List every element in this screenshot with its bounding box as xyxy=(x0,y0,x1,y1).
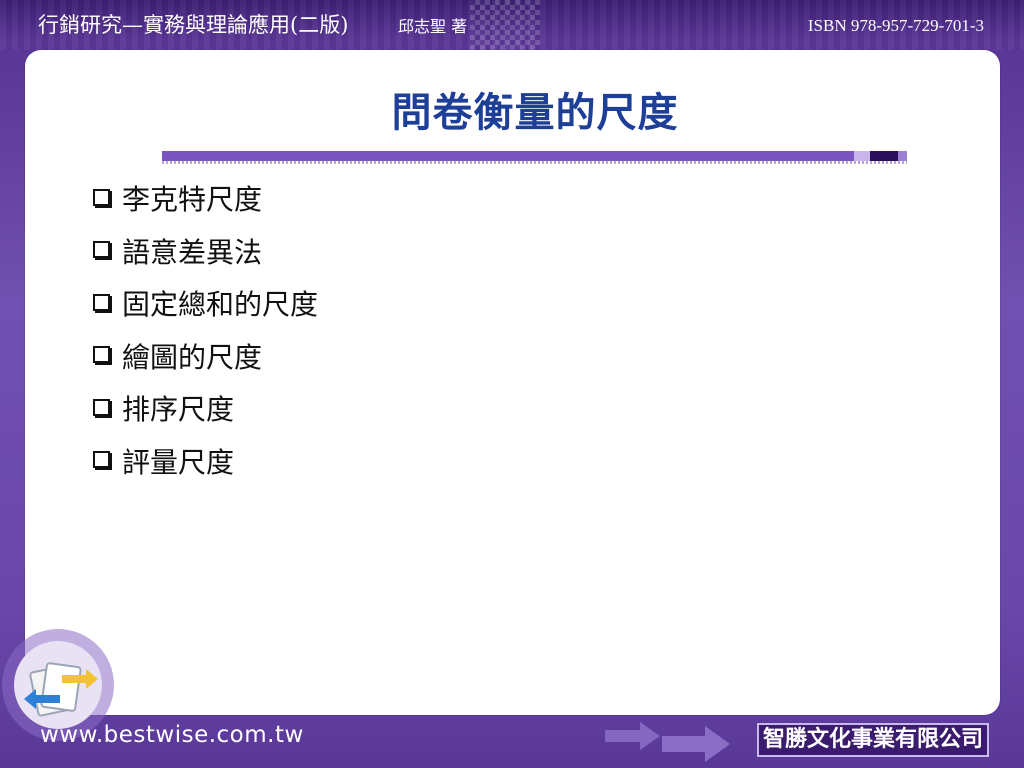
checkbox-square-icon xyxy=(93,293,110,311)
list-item: 語意差異法 xyxy=(93,225,318,278)
list-item: 排序尺度 xyxy=(93,382,318,435)
checkbox-square-icon xyxy=(93,188,110,206)
website-url[interactable]: www.bestwise.com.tw xyxy=(40,722,304,748)
bullet-text: 排序尺度 xyxy=(122,393,235,427)
list-item: 李克特尺度 xyxy=(93,172,318,225)
header-checker-pattern xyxy=(470,0,540,50)
checkbox-square-icon xyxy=(93,451,110,469)
bullet-text: 固定總和的尺度 xyxy=(122,288,319,322)
checkbox-square-icon xyxy=(93,346,110,364)
checkbox-square-icon xyxy=(93,398,110,416)
checkbox-square-icon xyxy=(93,241,110,259)
slide-title: 問卷衡量的尺度 xyxy=(391,90,679,136)
publisher-name: 智勝文化事業有限公司 xyxy=(757,723,990,757)
bullet-text: 語意差異法 xyxy=(122,235,263,269)
list-item: 評量尺度 xyxy=(93,435,318,488)
bullet-text: 李克特尺度 xyxy=(122,183,263,217)
book-title: 行銷研究—實務與理論應用(二版) xyxy=(38,13,349,37)
bullet-list: 李克特尺度 語意差異法 固定總和的尺度 繪圖的尺度 排序尺度 評量尺度 xyxy=(93,172,318,487)
isbn-text: ISBN 978-957-729-701-3 xyxy=(807,16,984,35)
book-author: 邱志聖 著 xyxy=(398,17,468,36)
bullet-text: 評量尺度 xyxy=(122,445,235,479)
double-arrow-icon xyxy=(605,722,730,762)
list-item: 繪圖的尺度 xyxy=(93,330,318,383)
bullet-text: 繪圖的尺度 xyxy=(122,340,263,374)
list-item: 固定總和的尺度 xyxy=(93,277,318,330)
title-divider xyxy=(162,151,907,164)
